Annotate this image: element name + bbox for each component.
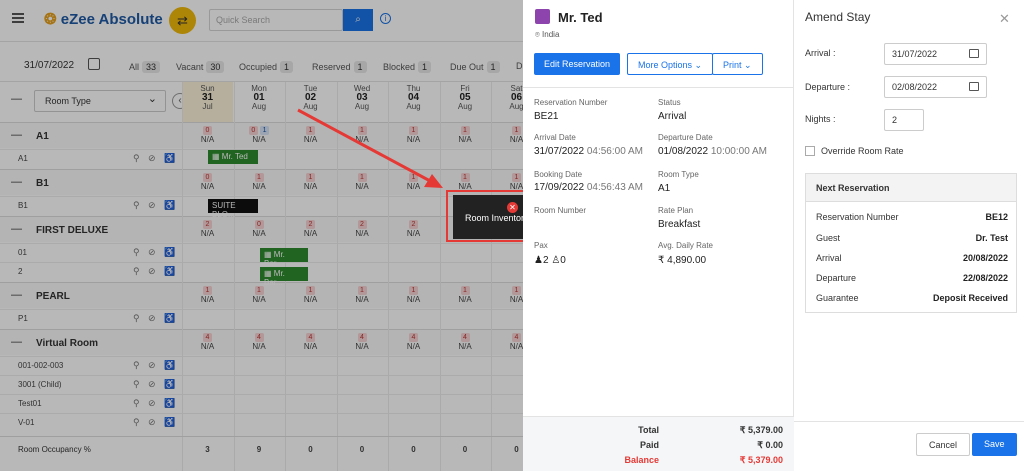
pax-value: ♟2 ♙0 — [534, 255, 566, 266]
totals-section: Total ₹ 5,379.00 Paid ₹ 0.00 Balance ₹ 5… — [523, 416, 794, 471]
avg-daily-rate-label: Avg. Daily Rate — [658, 241, 713, 250]
next-reservation-title: Next Reservation — [806, 174, 1016, 202]
arrival-label: Arrival : — [805, 48, 836, 58]
location-icon: ⌾ — [535, 30, 540, 39]
reservation-number: BE21 — [534, 111, 559, 122]
next-departure-label: Departure — [816, 273, 857, 283]
arrival-field[interactable]: 31/07/2022 — [884, 43, 987, 65]
next-guest-label: Guest — [816, 233, 841, 243]
divider — [523, 87, 794, 88]
rate-plan-value: Breakfast — [658, 219, 701, 230]
amend-stay-panel: Amend Stay ✕ Arrival : 31/07/2022 Depart… — [794, 0, 1024, 471]
reservation-panel: Mr. Ted ⌾ India Edit Reservation More Op… — [523, 0, 794, 471]
override-rate-label: Override Room Rate — [821, 146, 904, 156]
total-value: ₹ 5,379.00 — [739, 425, 783, 435]
arrival-date-label: Arrival Date — [534, 133, 576, 142]
adult-icon: ♟ — [534, 255, 543, 266]
child-icon: ♙ — [551, 255, 561, 266]
chevron-down-icon: ⌄ — [694, 60, 703, 70]
avg-daily-rate-value: ₹ 4,890.00 — [658, 255, 707, 266]
arrival-date: 31/07/2022 04:56:00 AM — [534, 146, 643, 157]
departure-field[interactable]: 02/08/2022 — [884, 76, 987, 98]
booking-date: 17/09/2022 04:56:43 AM — [534, 182, 643, 193]
nights-label: Nights : — [805, 114, 836, 124]
total-label: Total — [638, 425, 659, 435]
next-departure: 22/08/2022 — [962, 273, 1008, 283]
annotation-arrow — [297, 108, 443, 188]
print-button[interactable]: Print ⌄ — [712, 53, 763, 75]
next-arrival-label: Arrival — [816, 253, 842, 263]
next-guest: Dr. Test — [975, 233, 1008, 243]
balance-value: ₹ 5,379.00 — [739, 455, 783, 465]
close-icon[interactable]: ✕ — [999, 11, 1010, 27]
departure-date-label: Departure Date — [658, 133, 713, 142]
paid-value: ₹ 0.00 — [757, 440, 783, 450]
override-rate-checkbox[interactable] — [805, 146, 815, 156]
more-options-button[interactable]: More Options ⌄ — [627, 53, 714, 75]
divider — [794, 421, 1024, 422]
next-arrival: 20/08/2022 — [962, 253, 1008, 263]
status-label: Status — [658, 98, 681, 107]
next-res-number-label: Reservation Number — [816, 212, 899, 222]
departure-label: Departure : — [805, 82, 851, 92]
edit-reservation-button[interactable]: Edit Reservation — [534, 53, 621, 75]
cancel-button[interactable]: Cancel — [916, 433, 971, 456]
next-guarantee-label: Guarantee — [816, 293, 859, 303]
balance-label: Balance — [624, 455, 659, 465]
error-icon: ✕ — [507, 202, 518, 213]
chevron-down-icon: ⌄ — [744, 60, 752, 70]
paid-label: Paid — [639, 440, 659, 450]
calendar-icon[interactable] — [969, 49, 979, 58]
room-type-value: A1 — [658, 183, 671, 194]
reservation-number-label: Reservation Number — [534, 98, 608, 107]
next-res-number: BE12 — [985, 212, 1008, 222]
next-reservation-box: Next Reservation Reservation Number BE12… — [805, 173, 1017, 313]
save-button[interactable]: Save — [972, 433, 1017, 456]
departure-date: 01/08/2022 10:00:00 AM — [658, 146, 767, 157]
guest-country: ⌾ India — [535, 30, 560, 39]
nights-field[interactable]: 2 — [884, 109, 924, 131]
calendar-icon[interactable] — [969, 82, 979, 91]
booking-date-label: Booking Date — [534, 170, 583, 179]
rate-plan-label: Rate Plan — [658, 206, 694, 215]
building-icon — [535, 9, 550, 24]
guest-name: Mr. Ted — [558, 10, 603, 25]
next-guarantee: Deposit Received — [932, 293, 1008, 303]
status-value: Arrival — [658, 111, 687, 122]
pax-label: Pax — [534, 241, 548, 250]
room-type-label: Room Type — [658, 170, 699, 179]
room-number-label: Room Number — [534, 206, 587, 215]
amend-title: Amend Stay — [805, 10, 871, 24]
